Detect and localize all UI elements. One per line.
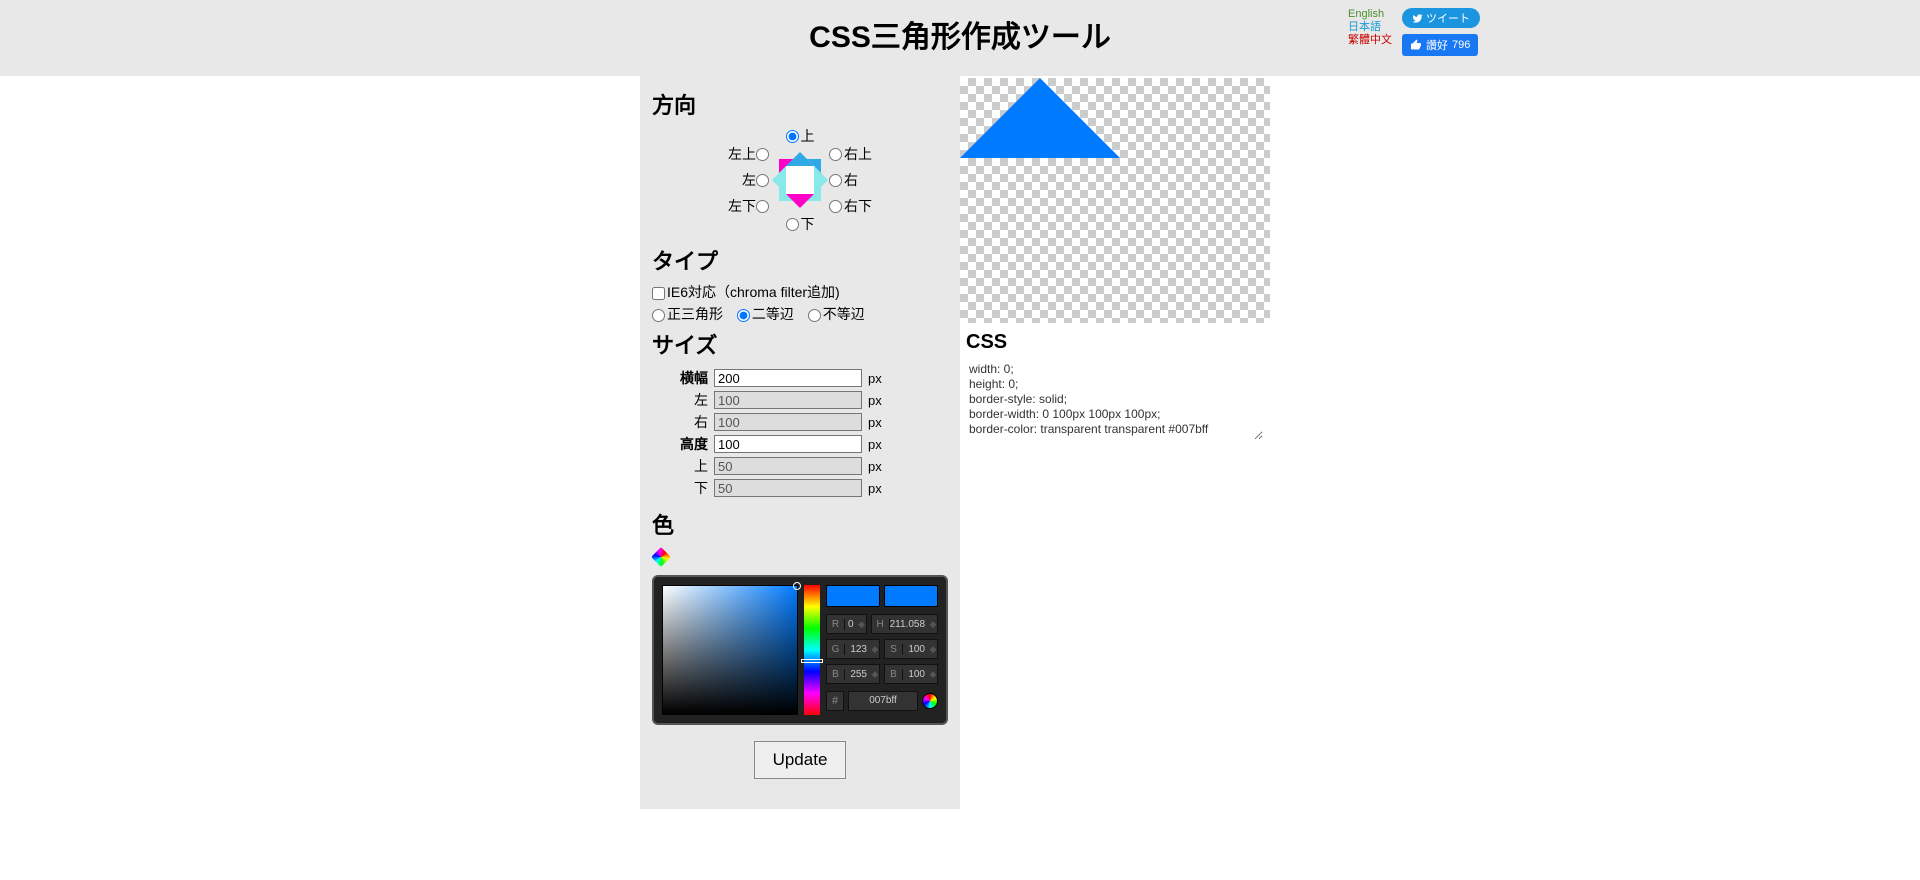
g-field[interactable]: G123◆ [826,639,880,659]
s-field[interactable]: S100◆ [884,639,938,659]
direction-picker: 上 左上 左 左下 右上 右 右下 [652,126,948,234]
type-equilateral[interactable]: 正三角形 [652,306,723,322]
radio-isosceles[interactable] [737,309,750,322]
tweet-label: ツイート [1426,10,1470,26]
triangle-preview [960,78,1270,323]
color-wheel-icon[interactable] [651,547,671,567]
lang-chinese[interactable]: 繁體中文 [1348,34,1392,47]
width-label: 横幅 [654,368,710,388]
fb-like-count: 796 [1452,39,1470,51]
lang-japanese[interactable]: 日本語 [1348,21,1392,34]
height-input[interactable] [714,435,862,453]
swatch-current [884,585,938,607]
sv-cursor[interactable] [793,582,801,590]
dir-bottom[interactable]: 下 [786,214,815,234]
color-picker: R0◆ H211.058◆ G123◆ S100◆ B255◆ B100◆ # … [652,575,948,725]
dir-top-left[interactable]: 左上 [728,144,771,164]
radio-left[interactable] [756,174,769,187]
hue-cursor[interactable] [801,659,823,663]
preview-panel: CSS width: 0; height: 0; border-style: s… [960,76,1280,440]
checkbox-ie6[interactable] [652,287,665,300]
header-right: English 日本語 繁體中文 ツイート 讚好 796 [1348,8,1480,56]
bottom-label: 下 [654,478,710,498]
dir-right[interactable]: 右 [829,170,858,190]
b2-field[interactable]: B100◆ [884,664,938,684]
top-label: 上 [654,456,710,476]
section-color: 色 [652,508,948,540]
thumbs-up-icon [1410,39,1422,51]
twitter-icon [1412,13,1423,24]
fb-like-button[interactable]: 讚好 796 [1402,34,1478,56]
sv-picker[interactable] [662,585,798,715]
hue-slider[interactable] [804,585,820,715]
color-mode-icon[interactable] [922,693,938,709]
top-input [714,457,862,475]
left-label: 左 [654,390,710,410]
section-direction: 方向 [652,88,948,120]
height-label: 高度 [654,434,710,454]
type-isosceles[interactable]: 二等辺 [737,306,794,322]
radio-right[interactable] [829,174,842,187]
ie6-checkbox[interactable]: IE6対応（chroma filter追加) [652,284,840,300]
controls-panel: 方向 上 左上 左 左下 右上 右 右下 [640,76,960,809]
radio-bottom-right[interactable] [829,200,842,213]
page-title: CSS三角形作成ツール [809,12,1111,56]
direction-diagram [773,153,827,207]
header: CSS三角形作成ツール English 日本語 繁體中文 ツイート 讚好 796 [0,0,1920,76]
width-input[interactable] [714,369,862,387]
update-button[interactable]: Update [754,741,847,779]
css-output[interactable]: width: 0; height: 0; border-style: solid… [963,360,1263,440]
radio-top-right[interactable] [829,148,842,161]
triangle-shape [960,78,1120,158]
css-heading: CSS [966,331,1280,354]
hex-input[interactable]: 007bff [848,691,918,711]
b-field[interactable]: B255◆ [826,664,880,684]
section-size: サイズ [652,328,948,360]
left-input [714,391,862,409]
right-label: 右 [654,412,710,432]
radio-equilateral[interactable] [652,309,665,322]
radio-bottom[interactable] [786,218,799,231]
lang-switcher: English 日本語 繁體中文 [1348,8,1392,56]
section-type: タイプ [652,244,948,276]
right-input [714,413,862,431]
r-field[interactable]: R0◆ [826,614,867,634]
main: 方向 上 左上 左 左下 右上 右 右下 [0,76,1920,809]
fb-like-label: 讚好 [1426,37,1448,53]
dir-top[interactable]: 上 [786,126,815,146]
dir-top-right[interactable]: 右上 [829,144,872,164]
lang-english[interactable]: English [1348,8,1392,21]
tweet-button[interactable]: ツイート [1402,8,1480,28]
hex-label: # [826,691,844,711]
social-buttons: ツイート 讚好 796 [1402,8,1480,56]
bottom-input [714,479,862,497]
swatch-new [826,585,880,607]
radio-scalene[interactable] [808,309,821,322]
radio-top-left[interactable] [756,148,769,161]
radio-top[interactable] [786,130,799,143]
dir-left[interactable]: 左 [742,170,771,190]
dir-bottom-left[interactable]: 左下 [728,196,771,216]
dir-bottom-right[interactable]: 右下 [829,196,872,216]
size-table: 横幅px 左px 右px 高度px 上px 下px [652,366,886,500]
type-scalene[interactable]: 不等辺 [808,306,865,322]
h-field[interactable]: H211.058◆ [871,614,938,634]
radio-bottom-left[interactable] [756,200,769,213]
